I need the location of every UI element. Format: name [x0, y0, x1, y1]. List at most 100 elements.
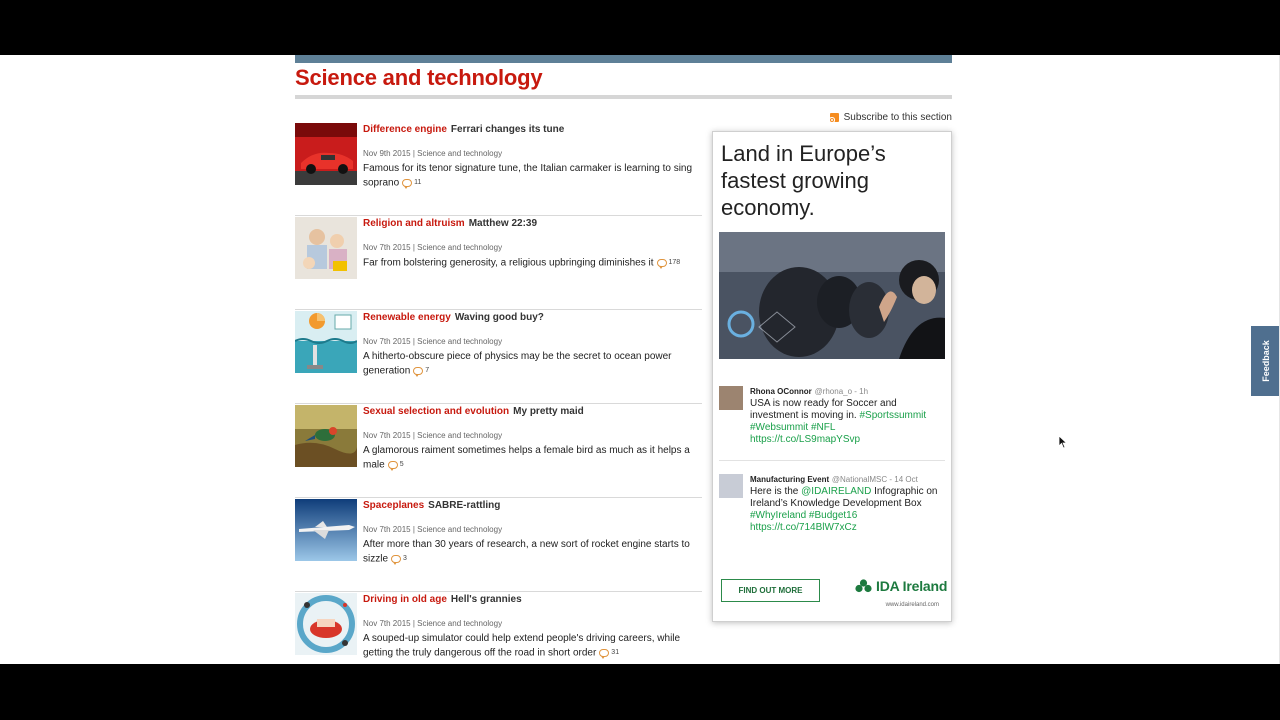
comment-icon	[656, 259, 667, 269]
article-title[interactable]: My pretty maid	[513, 406, 584, 417]
article-description: Famous for its tenor signature tune, the…	[363, 162, 701, 191]
article-item: Spaceplanes SABRE-rattling Nov 7th 2015 |…	[295, 499, 702, 592]
comment-count-link[interactable]: 3	[391, 552, 407, 566]
article-meta: Nov 9th 2015 | Science and technology	[363, 149, 503, 158]
article-description-text: Far from bolstering generosity, a religi…	[363, 257, 654, 269]
article-item: Renewable energy Waving good buy? Nov 7th…	[295, 311, 702, 404]
tweet-body: Manufacturing Event @NationalMSC - 14 Oc…	[750, 474, 945, 534]
comment-count-link[interactable]: 7	[413, 364, 429, 378]
shamrock-icon	[855, 578, 872, 592]
comment-count: 5	[399, 461, 404, 468]
subscribe-link[interactable]: Subscribe to this section	[829, 112, 952, 123]
article-thumbnail-wave-energy[interactable]	[295, 311, 357, 373]
article-description-text: A hitherto-obscure piece of physics may …	[363, 351, 672, 377]
article-description-text: After more than 30 years of research, a …	[363, 539, 690, 565]
article-headline: Spaceplanes SABRE-rattling	[363, 500, 500, 511]
article-headline: Difference engine Ferrari changes its tun…	[363, 124, 564, 135]
feedback-tab[interactable]: Feedback	[1251, 326, 1280, 396]
tweet-author: Rhona OConnor	[750, 387, 812, 396]
feedback-label: Feedback	[1260, 340, 1271, 382]
tweet-mention[interactable]: @IDAIRELAND	[801, 486, 871, 497]
comment-count: 7	[425, 367, 430, 374]
tweet-divider	[719, 460, 945, 461]
article-description-text: A souped-up simulator could help extend …	[363, 633, 681, 659]
comment-count-link[interactable]: 31	[599, 646, 619, 660]
brand-url: www.idaireland.com	[885, 602, 939, 608]
article-description: After more than 30 years of research, a …	[363, 538, 701, 567]
comment-icon	[599, 649, 610, 659]
tweet-handle: @rhona_o - 1h	[814, 387, 869, 396]
comment-count-link[interactable]: 5	[387, 458, 404, 472]
article-description-text: A glamorous raiment sometimes helps a fe…	[363, 445, 690, 471]
tweet-author: Manufacturing Event	[750, 475, 830, 484]
article-description: A hitherto-obscure piece of physics may …	[363, 350, 701, 379]
tweet-link[interactable]: https://t.co/714BlW7xCz	[750, 522, 857, 533]
tweet-text: USA is now ready for Soccer and investme…	[750, 398, 945, 446]
title-divider	[295, 95, 952, 99]
advertisement[interactable]: Land in Europe’s fastest growing economy…	[712, 131, 952, 622]
rss-icon	[829, 113, 839, 122]
tweet-text: Here is the @IDAIRELAND Infographic on I…	[750, 486, 945, 534]
article-title[interactable]: Waving good buy?	[455, 312, 544, 323]
article-title[interactable]: Hell's grannies	[451, 594, 522, 605]
article-title[interactable]: Matthew 22:39	[469, 218, 537, 229]
comment-count-link[interactable]: 11	[402, 176, 421, 190]
article-item: Religion and altruism Matthew 22:39 Nov 7…	[295, 217, 702, 310]
article-title[interactable]: Ferrari changes its tune	[451, 124, 564, 135]
comment-icon	[413, 367, 424, 377]
article-meta: Nov 7th 2015 | Science and technology	[363, 243, 503, 252]
article-thumbnail-spaceplane[interactable]	[295, 499, 357, 561]
tweet-avatar	[719, 474, 743, 498]
article-headline: Driving in old age Hell's grannies	[363, 594, 522, 605]
article-headline: Sexual selection and evolution My pretty …	[363, 406, 584, 417]
article-item: Difference engine Ferrari changes its tun…	[295, 123, 702, 216]
article-description: A glamorous raiment sometimes helps a fe…	[363, 444, 701, 473]
mouse-cursor-icon	[1058, 435, 1068, 449]
article-fly-title[interactable]: Renewable energy	[363, 312, 451, 323]
comment-count: 11	[414, 179, 422, 186]
article-fly-title[interactable]: Difference engine	[363, 124, 447, 135]
ida-ireland-logo[interactable]: IDA Ireland	[855, 578, 947, 594]
tweet-text-pre: Here is the	[750, 486, 802, 497]
comment-count-link[interactable]: 178	[656, 256, 681, 270]
brand-name: IDA Ireland	[876, 578, 948, 594]
section-header-bar	[295, 55, 952, 63]
comment-count: 3	[403, 555, 407, 562]
article-fly-title[interactable]: Spaceplanes	[363, 500, 424, 511]
article-item: Sexual selection and evolution My pretty …	[295, 405, 702, 498]
article-thumbnail-family[interactable]	[295, 217, 357, 279]
ad-headline: Land in Europe’s fastest growing economy…	[721, 141, 886, 220]
comment-icon	[402, 179, 413, 189]
article-headline: Renewable energy Waving good buy?	[363, 312, 544, 323]
comment-icon	[391, 555, 402, 565]
tweet-body: Rhona OConnor @rhona_o - 1h USA is now r…	[750, 386, 945, 446]
article-fly-title[interactable]: Religion and altruism	[363, 218, 465, 229]
browser-viewport: Science and technology Subscribe to this…	[0, 55, 1280, 664]
article-meta: Nov 7th 2015 | Science and technology	[363, 619, 503, 628]
article-meta: Nov 7th 2015 | Science and technology	[363, 525, 503, 534]
article-description: A souped-up simulator could help extend …	[363, 632, 701, 661]
comment-count: 178	[668, 259, 681, 266]
article-description: Far from bolstering generosity, a religi…	[363, 256, 701, 271]
article-list: Difference engine Ferrari changes its tun…	[295, 123, 702, 664]
subscribe-label: Subscribe to this section	[843, 112, 952, 123]
comment-count: 31	[611, 649, 620, 656]
article-thumbnail-ferrari[interactable]	[295, 123, 357, 185]
comment-icon	[387, 461, 398, 471]
article-fly-title[interactable]: Sexual selection and evolution	[363, 406, 509, 417]
article-fly-title[interactable]: Driving in old age	[363, 594, 447, 605]
tweet-hashtags[interactable]: #WhyIreland #Budget16	[750, 510, 857, 521]
tweet-link[interactable]: https://t.co/LS9mapYSvp	[750, 434, 860, 445]
tweet-avatar	[719, 386, 743, 410]
ad-video[interactable]	[719, 232, 945, 359]
tweet-handle: @NationalMSC - 14 Oct	[831, 475, 918, 484]
article-thumbnail-bird[interactable]	[295, 405, 357, 467]
article-thumbnail-driving[interactable]	[295, 593, 357, 655]
article-meta: Nov 7th 2015 | Science and technology	[363, 431, 503, 440]
article-title[interactable]: SABRE-rattling	[428, 500, 500, 511]
article-meta: Nov 7th 2015 | Science and technology	[363, 337, 503, 346]
article-item: Driving in old age Hell's grannies Nov 7t…	[295, 593, 702, 664]
article-headline: Religion and altruism Matthew 22:39	[363, 218, 537, 229]
page-title: Science and technology	[295, 65, 543, 90]
find-out-more-button[interactable]: FIND OUT MORE	[721, 579, 820, 602]
